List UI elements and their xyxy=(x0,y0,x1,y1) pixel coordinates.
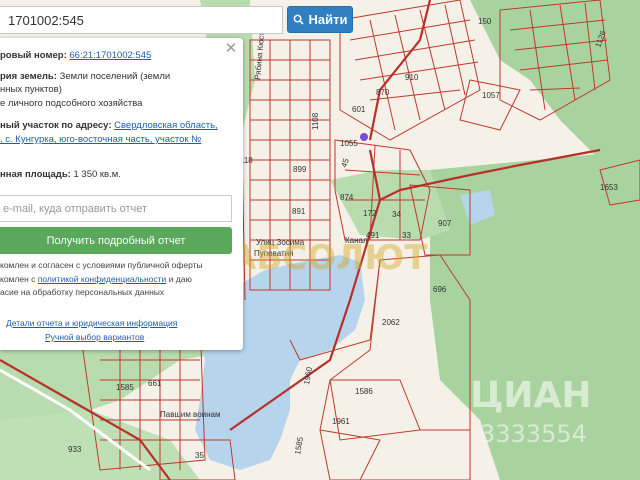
map-label: 874 xyxy=(340,193,354,202)
agree-consent-text: асие на обработку персональных данных xyxy=(0,287,165,297)
map-label: 696 xyxy=(433,285,447,294)
map-label: 1585 xyxy=(116,383,134,392)
parcel-info-panel: ✕ ровый номер: 66:21:1701002:545 рия зем… xyxy=(0,38,243,350)
watermark-brand: АБСОЛЮТ xyxy=(230,238,428,278)
map-label: 870 xyxy=(376,88,390,97)
address-link-cont[interactable]: , с. Кунгурка, юго-восточная часть, учас… xyxy=(0,134,201,145)
watermark-site: ЦИАН xyxy=(470,375,592,416)
search-button-label: Найти xyxy=(308,12,348,27)
map-label: 891 xyxy=(292,207,306,216)
manual-selection-link[interactable]: Ручной выбор вариантов xyxy=(45,332,144,342)
email-field[interactable]: e-mail, куда отправить отчет xyxy=(0,195,232,222)
cadastral-number-link[interactable]: 66:21:1701002:545 xyxy=(69,50,151,61)
cadastral-label: ровый номер: xyxy=(0,50,67,61)
agree-privacy-text: комлен с политикой конфиденциальности и … xyxy=(0,274,240,284)
search-input[interactable]: 1701002:545 xyxy=(0,6,283,34)
map-label: 35 xyxy=(195,451,204,460)
agree-privacy-suffix: и даю xyxy=(166,274,192,284)
map-label: 172 xyxy=(363,209,377,218)
map-label: 2062 xyxy=(382,318,400,327)
usage-value: е личного подсобного хозяйства xyxy=(0,98,143,109)
category-value: Земли поселений (земли xyxy=(59,71,171,82)
map-label: 933 xyxy=(68,445,82,454)
map-label: 601 xyxy=(352,105,366,114)
map-label: Павшим воинам xyxy=(160,410,221,419)
category-label: рия земель: xyxy=(0,71,57,82)
address-link[interactable]: Свердловская область, xyxy=(114,120,218,131)
privacy-policy-link[interactable]: политикой конфиденциальности xyxy=(38,274,167,284)
area-value: 1 350 кв.м. xyxy=(73,169,121,180)
close-icon[interactable]: ✕ xyxy=(224,41,238,56)
agree-privacy-prefix: комлен с xyxy=(0,274,38,284)
map-label: 1055 xyxy=(340,139,358,148)
location-marker-icon xyxy=(360,133,368,141)
map-label: 1653 xyxy=(600,183,618,192)
get-report-button[interactable]: Получить подробный отчет xyxy=(0,227,232,254)
map-label: 661 xyxy=(148,379,162,388)
map-label: 34 xyxy=(392,210,401,219)
map-label: 1961 xyxy=(332,417,350,426)
search-icon xyxy=(293,14,304,25)
map-label: 1108 xyxy=(311,112,320,130)
map-label: 899 xyxy=(293,165,307,174)
map-label: 1057 xyxy=(482,91,500,100)
map-label: 910 xyxy=(405,73,419,82)
map-label: 1586 xyxy=(355,387,373,396)
agree-offer-text: комлен и согласен с условиями публичной … xyxy=(0,260,203,270)
report-details-link[interactable]: Детали отчета и юридическая информация xyxy=(6,318,177,328)
address-label: ный участок по адресу: xyxy=(0,120,112,131)
map-label: 150 xyxy=(478,17,492,26)
search-button[interactable]: Найти xyxy=(287,6,353,33)
category-value-cont: нных пунктов) xyxy=(0,84,62,95)
area-label: нная площадь: xyxy=(0,169,71,180)
map-label: 907 xyxy=(438,219,452,228)
watermark-phone: 3333554 xyxy=(480,420,587,448)
